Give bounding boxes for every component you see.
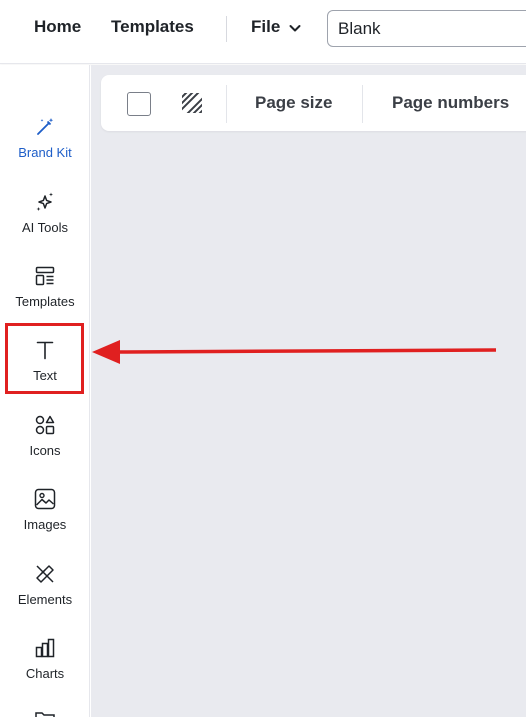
magic-wand-icon xyxy=(33,115,57,139)
page-toolbar: Page size Page numbers xyxy=(101,75,526,131)
sidebar-item-label: AI Tools xyxy=(21,220,68,235)
header-divider xyxy=(226,16,227,42)
templates-icon xyxy=(33,264,57,288)
annotation-highlight-box xyxy=(5,323,84,394)
sidebar-item-label: Templates xyxy=(15,294,75,309)
sidebar-item-label: Images xyxy=(23,517,67,532)
bar-chart-icon xyxy=(33,636,57,660)
select-page-checkbox[interactable] xyxy=(127,92,151,116)
sparkles-icon xyxy=(33,190,57,214)
editor-canvas xyxy=(91,65,526,717)
page-size-button[interactable]: Page size xyxy=(255,93,333,113)
sidebar-item-label: Brand Kit xyxy=(18,145,72,160)
document-name-input[interactable] xyxy=(327,10,526,47)
annotation-arrow xyxy=(92,340,497,364)
image-icon xyxy=(33,487,57,511)
page-numbers-button[interactable]: Page numbers xyxy=(392,93,509,113)
sidebar-item-charts[interactable]: Charts xyxy=(0,636,90,700)
file-menu-label: File xyxy=(251,17,281,36)
sidebar-item-label: Charts xyxy=(25,666,65,681)
top-header: Home Templates File xyxy=(0,0,526,64)
file-menu-button[interactable]: File xyxy=(251,17,302,37)
templates-link[interactable]: Templates xyxy=(111,17,194,37)
sidebar-item-icons[interactable]: Icons xyxy=(0,413,90,477)
sidebar-item-elements[interactable]: Elements xyxy=(0,562,90,626)
sidebar-item-brand-kit[interactable]: Brand Kit xyxy=(0,115,90,179)
shapes-icon xyxy=(33,413,57,437)
sidebar-item-label: Elements xyxy=(17,592,73,607)
sidebar-item-images[interactable]: Images xyxy=(0,487,90,551)
elements-icon xyxy=(33,562,57,586)
background-pattern-icon[interactable] xyxy=(181,92,203,114)
toolbar-divider xyxy=(362,85,363,123)
sidebar-item-label: Icons xyxy=(29,443,61,458)
folder-icon[interactable] xyxy=(34,708,56,717)
toolbar-divider xyxy=(226,85,227,123)
sidebar-item-ai-tools[interactable]: AI Tools xyxy=(0,190,90,254)
sidebar-item-templates[interactable]: Templates xyxy=(0,264,90,328)
chevron-down-icon xyxy=(289,24,301,31)
home-link[interactable]: Home xyxy=(34,17,81,37)
